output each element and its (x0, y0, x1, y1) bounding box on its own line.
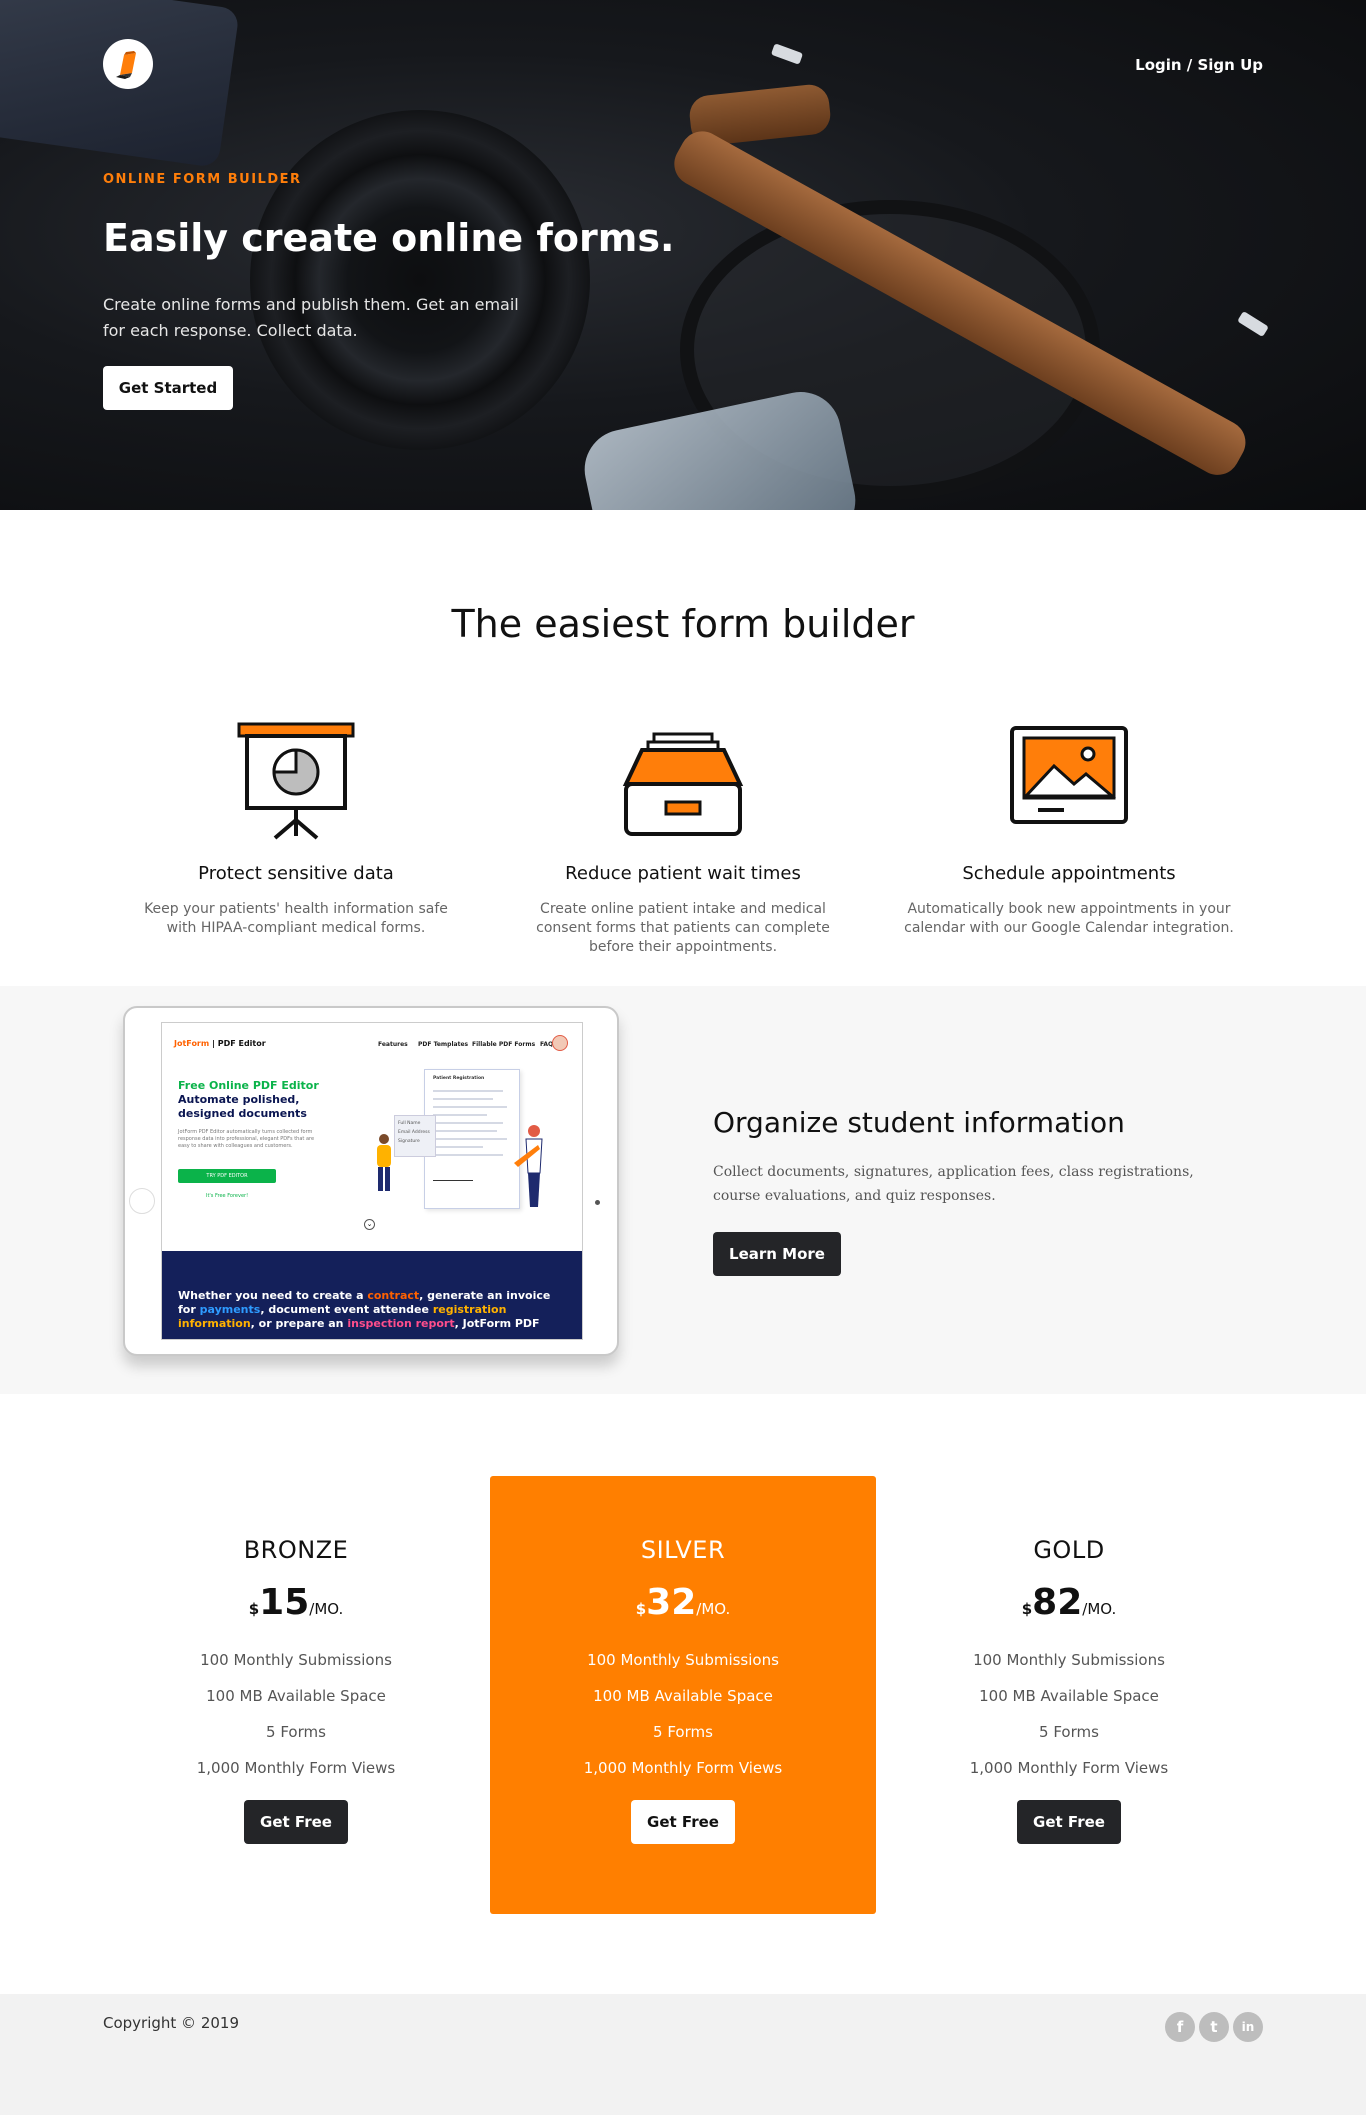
feature-title: Schedule appointments (962, 863, 1176, 884)
feature-card: Protect sensitive data Keep your patient… (126, 720, 466, 938)
screen-document-title: Patient Registration (433, 1076, 485, 1081)
screen-illustration-person (377, 1134, 391, 1191)
plan-feature: 5 Forms (266, 1723, 326, 1741)
screen-nav: JotForm | PDF Editor Features PDF Templa… (174, 1035, 572, 1055)
hero-background-hinge (1237, 310, 1269, 338)
screen-band: Whether you need to create a contract, g… (162, 1251, 582, 1339)
screen-avatar (552, 1035, 568, 1051)
hero-background-camera-lens (250, 110, 590, 450)
plan-feature: 5 Forms (1039, 1723, 1099, 1741)
organize-section: JotForm | PDF Editor Features PDF Templa… (0, 986, 1366, 1394)
pricing-card-gold: GOLD $82/MO. 100 Monthly Submissions 100… (876, 1476, 1262, 1914)
presentation-chart-icon (231, 720, 361, 840)
plan-name: BRONZE (243, 1536, 349, 1564)
pricing-section: BRONZE $15/MO. 100 Monthly Submissions 1… (0, 1394, 1366, 1994)
plan-feature: 100 MB Available Space (979, 1687, 1159, 1705)
screen-free-note: It's Free Forever! (206, 1193, 249, 1199)
copyright-text: Copyright © 2019 (103, 2014, 240, 2032)
tablet-camera (595, 1200, 600, 1205)
plan-feature: 1,000 Monthly Form Views (969, 1759, 1169, 1777)
plan-feature: 100 Monthly Submissions (973, 1651, 1165, 1669)
screen-illustration-person (514, 1125, 543, 1207)
screen-try-button: TRY PDF EDITOR (178, 1169, 276, 1183)
plan-features: 100 Monthly Submissions 100 MB Available… (490, 1642, 876, 1786)
screen-nav-link: Features (378, 1041, 408, 1048)
screen-band-text: Whether you need to create a contract, g… (178, 1289, 551, 1330)
plan-feature: 1,000 Monthly Form Views (583, 1759, 783, 1777)
image-frame-icon (1004, 720, 1134, 840)
hero-background-hinge (770, 43, 804, 65)
plan-feature: 100 MB Available Space (206, 1687, 386, 1705)
pencil-logo-icon[interactable] (103, 39, 153, 89)
plan-feature: 100 Monthly Submissions (587, 1651, 779, 1669)
organize-title: Organize student information (713, 1106, 1125, 1139)
feature-text: Keep your patients' health information s… (144, 901, 448, 936)
plan-feature: 100 MB Available Space (593, 1687, 773, 1705)
get-free-button[interactable]: Get Free (631, 1800, 735, 1844)
chevron-down-icon: ⌄ (364, 1219, 375, 1230)
screen-nav-link: Fillable PDF Forms (472, 1041, 536, 1048)
screen-body: JotForm PDF Editor automatically turns c… (178, 1129, 315, 1149)
get-free-button[interactable]: Get Free (1017, 1800, 1121, 1844)
plan-price: $32/MO. (635, 1582, 731, 1623)
login-signup-link[interactable]: Login / Sign Up (1135, 56, 1263, 74)
feature-text: Create online patient intake and medical… (536, 901, 830, 955)
plan-features: 100 Monthly Submissions 100 MB Available… (103, 1642, 489, 1786)
screen-document: Patient Registration (424, 1069, 520, 1209)
plan-feature: 1,000 Monthly Form Views (196, 1759, 396, 1777)
hero-subtitle: Create online forms and publish them. Ge… (103, 295, 519, 340)
pricing-card-silver: SILVER $32/MO. 100 Monthly Submissions 1… (490, 1476, 876, 1914)
plan-name: SILVER (640, 1536, 726, 1564)
social-links: f t in (1165, 2012, 1263, 2042)
screen-headline: Automate polished, designed documents (178, 1093, 307, 1120)
hero-section: Login / Sign Up ONLINE FORM BUILDER Easi… (0, 0, 1366, 510)
get-free-button[interactable]: Get Free (244, 1800, 348, 1844)
screen-kicker: Free Online PDF Editor (178, 1079, 319, 1092)
organize-text: Collect documents, signatures, applicati… (713, 1164, 1194, 1204)
page: Login / Sign Up ONLINE FORM BUILDER Easi… (0, 0, 1366, 2115)
get-started-button[interactable]: Get Started (103, 366, 233, 410)
tablet-screen: JotForm | PDF Editor Features PDF Templa… (161, 1022, 583, 1340)
features-section: The easiest form builder Protect sensiti… (0, 510, 1366, 986)
linkedin-icon[interactable]: in (1233, 2012, 1263, 2042)
footer: Copyright © 2019 f t in (0, 1994, 1366, 2115)
screen-brand: JotForm | PDF Editor (174, 1039, 266, 1048)
feature-title: Protect sensitive data (198, 863, 394, 884)
facebook-icon[interactable]: f (1165, 2012, 1195, 2042)
twitter-icon[interactable]: t (1199, 2012, 1229, 2042)
inbox-tray-icon (618, 720, 748, 840)
feature-card: Schedule appointments Automatically book… (899, 720, 1239, 938)
plan-price: $15/MO. (248, 1582, 344, 1623)
tablet-mockup: JotForm | PDF Editor Features PDF Templa… (123, 1006, 619, 1356)
features-title: The easiest form builder (451, 602, 915, 646)
plan-price: $82/MO. (1021, 1582, 1117, 1623)
pricing-card-bronze: BRONZE $15/MO. 100 Monthly Submissions 1… (103, 1476, 489, 1914)
plan-feature: 5 Forms (653, 1723, 713, 1741)
plan-feature: 100 Monthly Submissions (200, 1651, 392, 1669)
plan-name: GOLD (1033, 1536, 1105, 1564)
screen-form-fields: Full Name Email Address Signature (394, 1115, 436, 1157)
hero-eyebrow: ONLINE FORM BUILDER (103, 172, 302, 187)
feature-card: Reduce patient wait times Create online … (513, 720, 853, 957)
plan-features: 100 Monthly Submissions 100 MB Available… (876, 1642, 1262, 1786)
feature-text: Automatically book new appointments in y… (904, 901, 1234, 936)
learn-more-button[interactable]: Learn More (713, 1232, 841, 1276)
screen-nav-link: PDF Templates (418, 1041, 469, 1048)
hero-title: Easily create online forms. (103, 216, 675, 260)
tablet-home-button (129, 1188, 155, 1214)
feature-title: Reduce patient wait times (565, 863, 801, 884)
